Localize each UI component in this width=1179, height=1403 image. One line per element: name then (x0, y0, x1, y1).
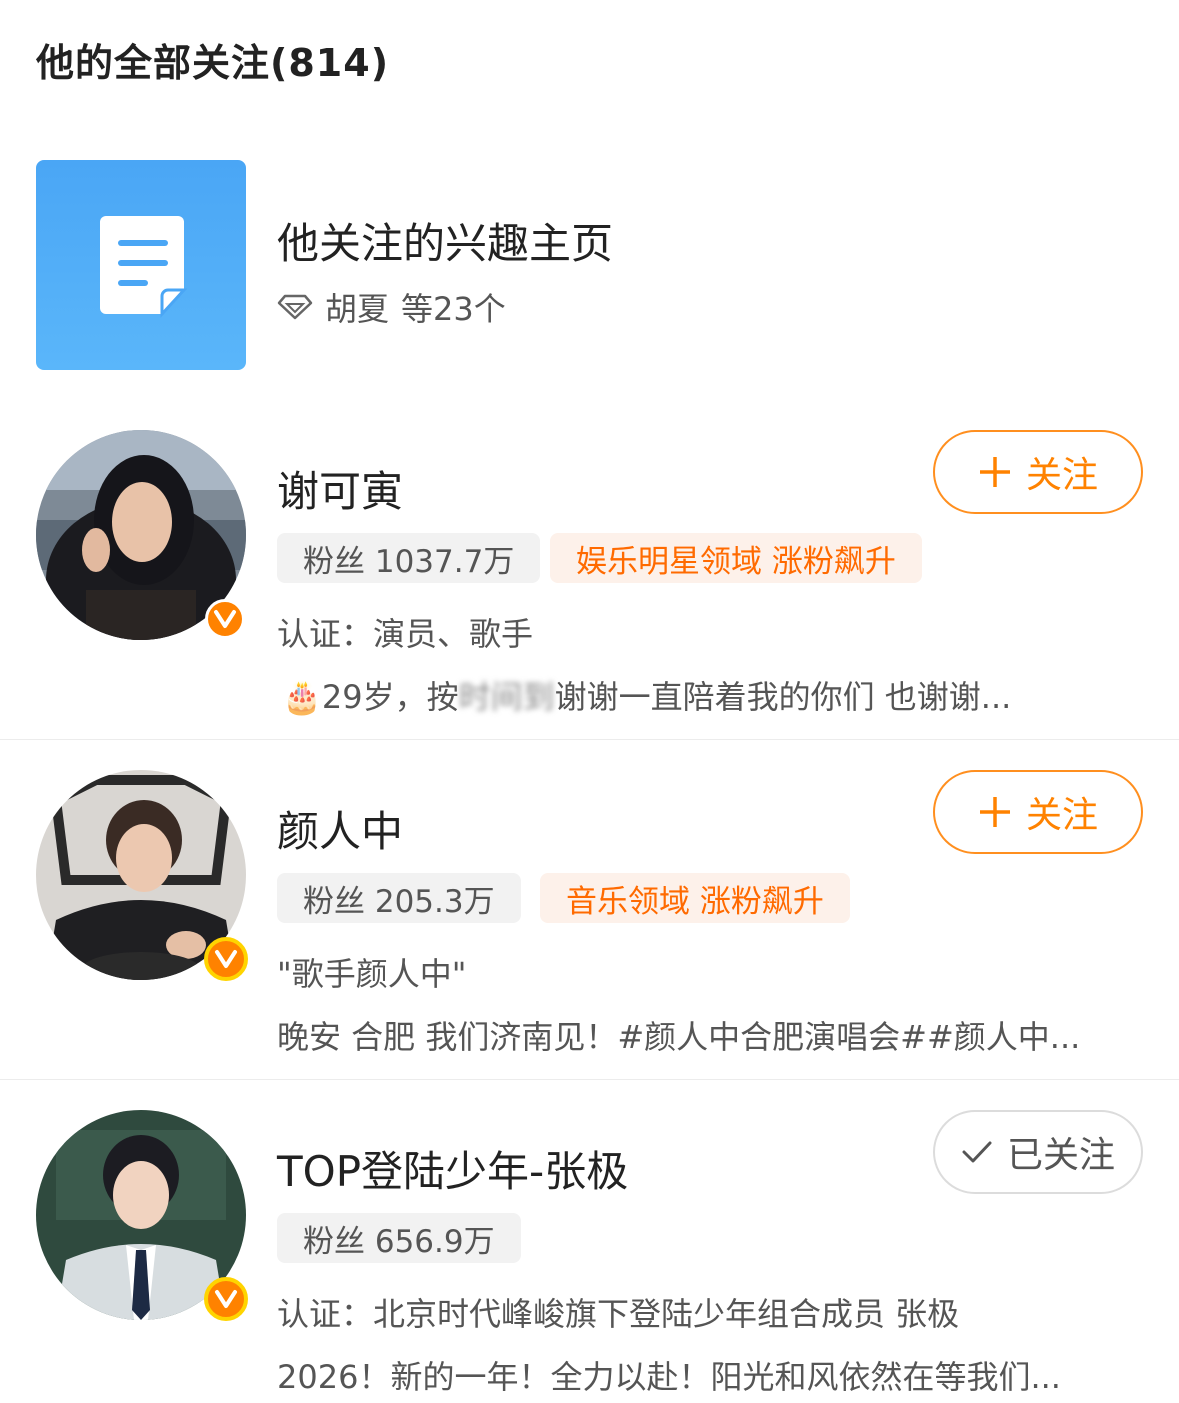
plus-icon (979, 457, 1010, 487)
verified-badge (205, 599, 245, 639)
fans-count-pill: 粉丝 656.9万 (277, 1213, 521, 1263)
user-name[interactable]: 颜人中 (277, 798, 403, 859)
followed-button[interactable]: 已关注 (933, 1110, 1143, 1194)
interest-subtitle: 胡夏 等23个 (277, 284, 506, 330)
fans-count-pill: 粉丝 1037.7万 (277, 533, 541, 583)
plus-icon (979, 797, 1010, 827)
verified-badge (204, 1277, 248, 1321)
user-verification: 认证：演员、歌手 (277, 615, 534, 653)
page-title: 他的全部关注(814) (36, 41, 390, 85)
user-verification: 认证：北京时代峰峻旗下登陆少年组合成员 张极 (277, 1295, 960, 1333)
v-verified-icon (214, 610, 236, 628)
interest-subtitle-name: 胡夏 (325, 290, 390, 328)
fans-count-pill: 粉丝 205.3万 (277, 873, 521, 923)
interest-tile[interactable] (36, 160, 246, 370)
trend-tag-pill[interactable]: 娱乐明星领域 涨粉飙升 (550, 533, 922, 583)
latest-post-snippet[interactable]: 2026！新的一年！全力以赴！阳光和风依然在等我们... (277, 1352, 1061, 1398)
followed-button-label: 已关注 (1006, 1135, 1115, 1176)
divider (0, 1079, 1179, 1080)
trend-tag-pill[interactable]: 音乐领域 涨粉飙升 (540, 873, 850, 923)
diamond-icon (277, 294, 313, 320)
follow-button[interactable]: 关注 (933, 430, 1143, 514)
user-name[interactable]: TOP登陆少年-张极 (277, 1138, 628, 1199)
document-icon (100, 216, 188, 318)
follow-button-label: 关注 (1025, 795, 1098, 836)
v-verified-icon (215, 1290, 237, 1308)
user-name[interactable]: 谢可寅 (277, 458, 403, 519)
v-verified-icon (215, 950, 237, 968)
user-description: "歌手颜人中" (277, 955, 467, 993)
verified-badge (204, 937, 248, 981)
latest-post-snippet[interactable]: 🎂29岁，按时间到谢谢一直陪着我的你们 也谢谢... (282, 672, 1011, 718)
latest-post-snippet[interactable]: 晚安 合肥 我们济南见！#颜人中合肥演唱会##颜人中... (277, 1012, 1080, 1058)
follow-button[interactable]: 关注 (933, 770, 1143, 854)
interest-subtitle-count: 等23个 (401, 290, 506, 328)
follow-button-label: 关注 (1025, 455, 1098, 496)
checkmark-icon (962, 1141, 992, 1163)
cake-emoji-icon: 🎂 (282, 678, 322, 716)
interest-title: 他关注的兴趣主页 (277, 219, 614, 268)
divider (0, 739, 1179, 740)
